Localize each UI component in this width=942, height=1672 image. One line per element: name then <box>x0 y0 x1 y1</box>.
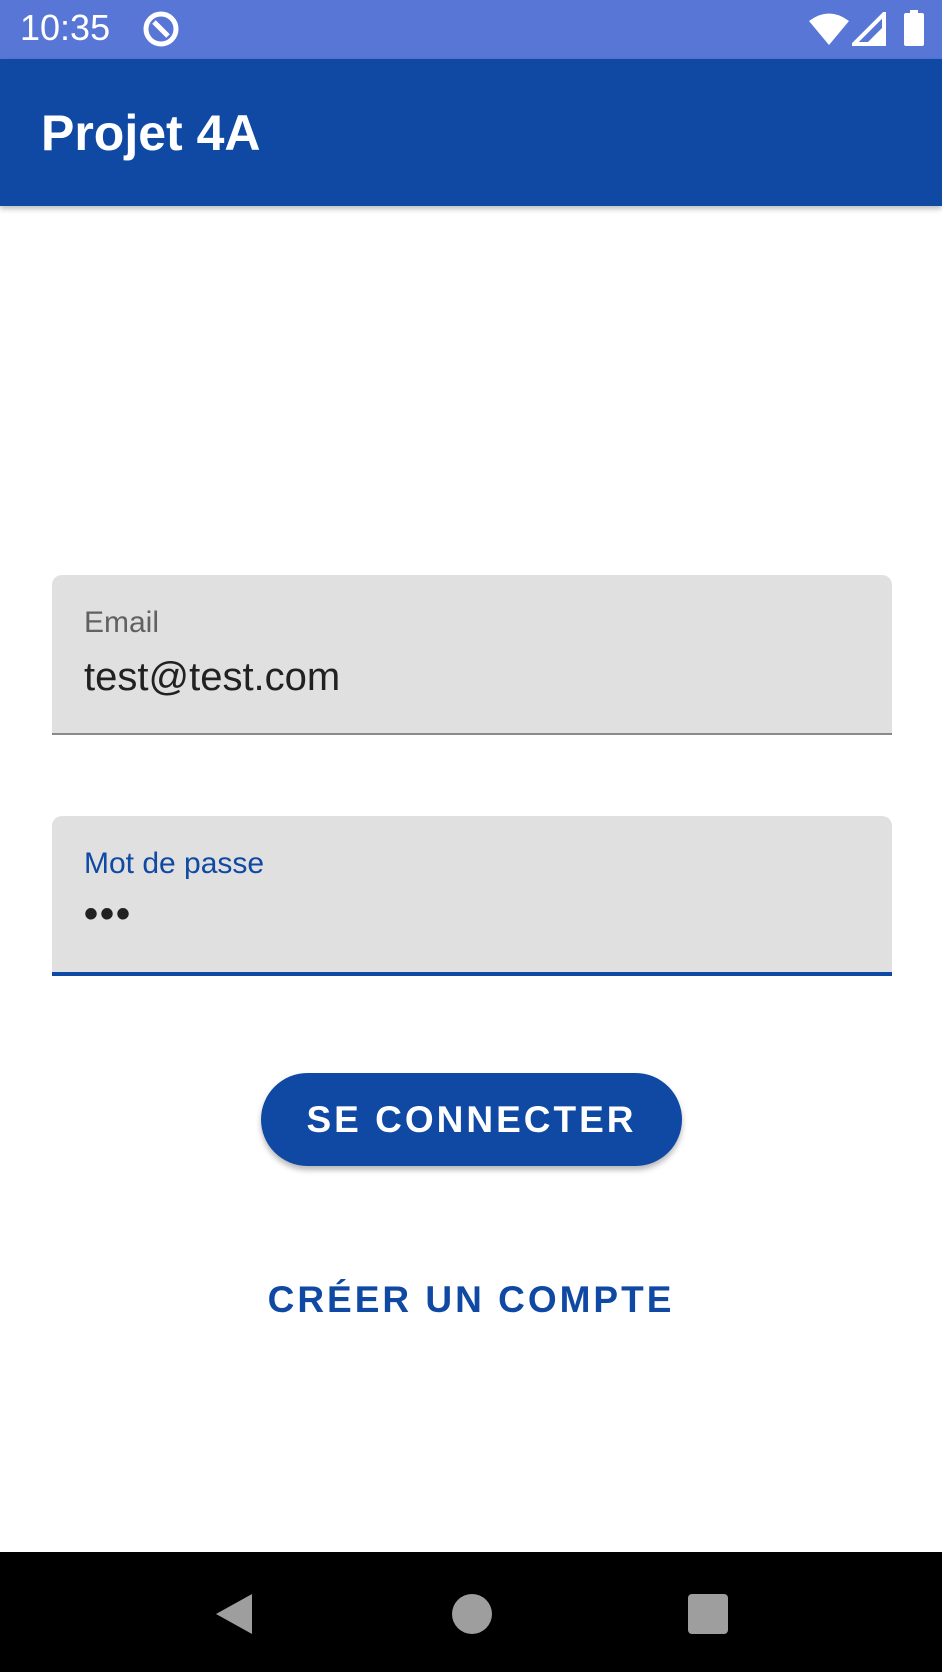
app-notification-icon <box>143 11 179 47</box>
nav-bar <box>0 1552 942 1672</box>
email-field[interactable]: Email test@test.com <box>52 575 892 735</box>
status-time: 10:35 <box>20 7 111 48</box>
home-icon[interactable] <box>452 1594 492 1634</box>
password-field[interactable]: Mot de passe ••• <box>52 816 892 976</box>
status-bar: 10:35 <box>0 0 942 59</box>
login-button[interactable]: SE CONNECTER <box>261 1073 682 1166</box>
email-field-label: Email <box>84 606 160 639</box>
create-account-button[interactable]: CRÉER UN COMPTE <box>221 1268 721 1332</box>
cell-signal-icon <box>852 12 886 46</box>
screen: 10:35 Projet 4A Email test@test.com Mot … <box>0 0 942 1672</box>
app-title: Projet 4A <box>41 105 261 161</box>
email-field-value[interactable]: test@test.com <box>84 653 340 701</box>
battery-icon <box>904 10 924 46</box>
app-bar: Projet 4A <box>0 59 942 206</box>
recents-icon[interactable] <box>688 1594 728 1634</box>
password-field-label: Mot de passe <box>84 847 265 880</box>
password-field-value[interactable]: ••• <box>84 890 132 938</box>
back-icon[interactable] <box>212 1592 254 1636</box>
wifi-icon <box>809 13 849 45</box>
